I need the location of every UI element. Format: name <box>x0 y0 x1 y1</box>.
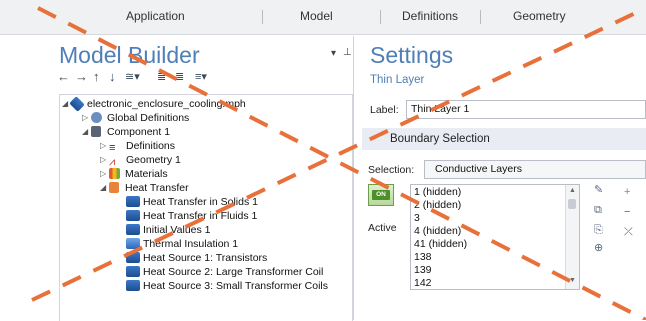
ribbon-separator <box>480 10 481 24</box>
settings-panel: Settings Thin Layer Label: Thin Layer 1 … <box>362 36 646 320</box>
show-icon[interactable]: ≅▾ <box>125 70 140 84</box>
physics-feature-icon <box>126 280 140 291</box>
list-item[interactable]: 41 (hidden) <box>414 238 467 251</box>
move-up-icon[interactable]: ↑ <box>93 70 100 84</box>
collapse-sections-icon[interactable]: ≣ <box>175 70 184 84</box>
ribbon-bar: Application Model Definitions Geometry <box>0 0 646 35</box>
tree-node-heat-source-2[interactable]: Heat Source 2: Large Transformer Coil <box>126 265 323 279</box>
selection-caption: Selection: <box>368 164 415 176</box>
component-icon <box>91 126 101 137</box>
dropdown-arrow-icon[interactable]: ▾ <box>331 48 336 59</box>
tree-node-ht-fluids[interactable]: Heat Transfer in Fluids 1 <box>126 209 257 223</box>
expand-icon[interactable]: ▷ <box>100 153 109 167</box>
boundary-selection-section[interactable]: Boundary Selection <box>362 128 646 150</box>
physics-feature-icon <box>126 252 140 263</box>
physics-feature-icon <box>126 224 140 235</box>
tree-node-global-definitions[interactable]: ▷ Global Definitions <box>82 111 189 125</box>
paste-icon[interactable]: ⎘ <box>594 224 606 236</box>
remove-icon[interactable]: − <box>624 206 636 218</box>
model-tree: ◢ electronic_enclosure_cooling.mph ▷ Globa… <box>59 94 353 321</box>
physics-feature-icon <box>126 196 140 207</box>
tree-node-heat-source-1[interactable]: Heat Source 1: Transistors <box>126 251 267 265</box>
tab-application[interactable]: Application <box>126 9 185 23</box>
on-badge: ON <box>372 190 390 200</box>
definitions-icon: ≡ <box>109 142 116 154</box>
tree-node-definitions[interactable]: ▷ ≡ Definitions <box>100 139 175 154</box>
ribbon-separator <box>380 10 381 24</box>
list-item[interactable]: 4 (hidden) <box>414 225 461 238</box>
expand-icon[interactable]: ▷ <box>100 167 109 181</box>
label-caption: Label: <box>370 104 399 116</box>
tab-model[interactable]: Model <box>300 9 333 23</box>
heat-transfer-icon <box>109 182 119 193</box>
tree-node-materials[interactable]: ▷ Materials <box>100 167 168 181</box>
panel-title: Model Builder <box>59 42 200 68</box>
list-item[interactable]: 142 <box>414 277 432 289</box>
zoom-to-selection-icon[interactable]: ⊕ <box>594 242 606 254</box>
tree-node-component[interactable]: ◢ Component 1 <box>82 125 170 139</box>
scroll-thumb[interactable] <box>568 199 576 209</box>
tab-geometry[interactable]: Geometry <box>513 9 566 23</box>
active-label: Active <box>368 222 397 234</box>
materials-icon <box>109 168 120 179</box>
tree-node-heat-transfer[interactable]: ◢ Heat Transfer <box>100 181 189 195</box>
tree-node-root[interactable]: ◢ electronic_enclosure_cooling.mph <box>62 96 246 112</box>
list-item[interactable]: 139 <box>414 264 432 277</box>
list-item[interactable]: 138 <box>414 251 432 264</box>
tree-node-thermal-insulation[interactable]: Thermal Insulation 1 <box>126 237 238 251</box>
insulation-icon <box>126 238 140 249</box>
back-arrow-icon[interactable]: ← <box>57 70 70 84</box>
settings-subtitle: Thin Layer <box>370 74 425 86</box>
list-item[interactable]: 1 (hidden) <box>414 186 461 199</box>
forward-arrow-icon[interactable]: → <box>75 70 88 84</box>
copy-icon[interactable]: ⧉ <box>594 204 606 216</box>
settings-title: Settings <box>370 42 454 68</box>
selection-dropdown[interactable]: Conductive Layers <box>424 160 646 179</box>
collapse-icon[interactable]: ◢ <box>100 181 109 195</box>
root-model-icon <box>69 96 85 112</box>
active-toggle[interactable]: ON <box>368 184 394 206</box>
scroll-down-icon[interactable]: ▼ <box>569 277 576 284</box>
tree-node-geometry[interactable]: ▷ ⩘ Geometry 1 <box>100 153 181 168</box>
model-builder-panel: Model Builder ▾ ⊥ ← → ↑ ↓ ≅▾ ≣ ≣ ≡▾ ◢ ele… <box>47 36 354 321</box>
add-icon[interactable]: + <box>624 186 636 198</box>
tree-node-initial-values[interactable]: Initial Values 1 <box>126 223 211 237</box>
label-field[interactable]: Thin Layer 1 <box>406 100 646 119</box>
tree-node-heat-source-3[interactable]: Heat Source 3: Small Transformer Coils <box>126 279 328 293</box>
pin-icon[interactable]: ⊥ <box>343 47 352 58</box>
expand-icon[interactable]: ▷ <box>100 139 109 153</box>
clear-selection-icon[interactable]: ⤫ <box>624 226 636 238</box>
move-down-icon[interactable]: ↓ <box>109 70 116 84</box>
tree-node-ht-solids[interactable]: Heat Transfer in Solids 1 <box>126 195 258 209</box>
physics-feature-icon <box>126 266 140 277</box>
globe-icon <box>91 112 102 123</box>
collapse-icon[interactable]: ◢ <box>82 125 91 139</box>
ribbon-separator <box>262 10 263 24</box>
list-options-icon[interactable]: ≡▾ <box>195 70 207 84</box>
tab-definitions[interactable]: Definitions <box>402 9 458 23</box>
scroll-up-icon[interactable]: ▲ <box>569 187 576 194</box>
expand-sections-icon[interactable]: ≣ <box>157 70 166 84</box>
paint-icon[interactable]: ✎ <box>594 184 606 196</box>
physics-feature-icon <box>126 210 140 221</box>
geometry-icon: ⩘ <box>109 156 116 168</box>
list-item[interactable]: 2 (hidden) <box>414 199 461 212</box>
expand-icon[interactable]: ▷ <box>82 111 91 125</box>
list-item[interactable]: 3 <box>414 212 420 225</box>
list-scrollbar[interactable]: ▲ ▼ <box>565 185 579 289</box>
boundary-list[interactable]: 1 (hidden) 2 (hidden) 3 4 (hidden) 41 (h… <box>410 184 580 290</box>
